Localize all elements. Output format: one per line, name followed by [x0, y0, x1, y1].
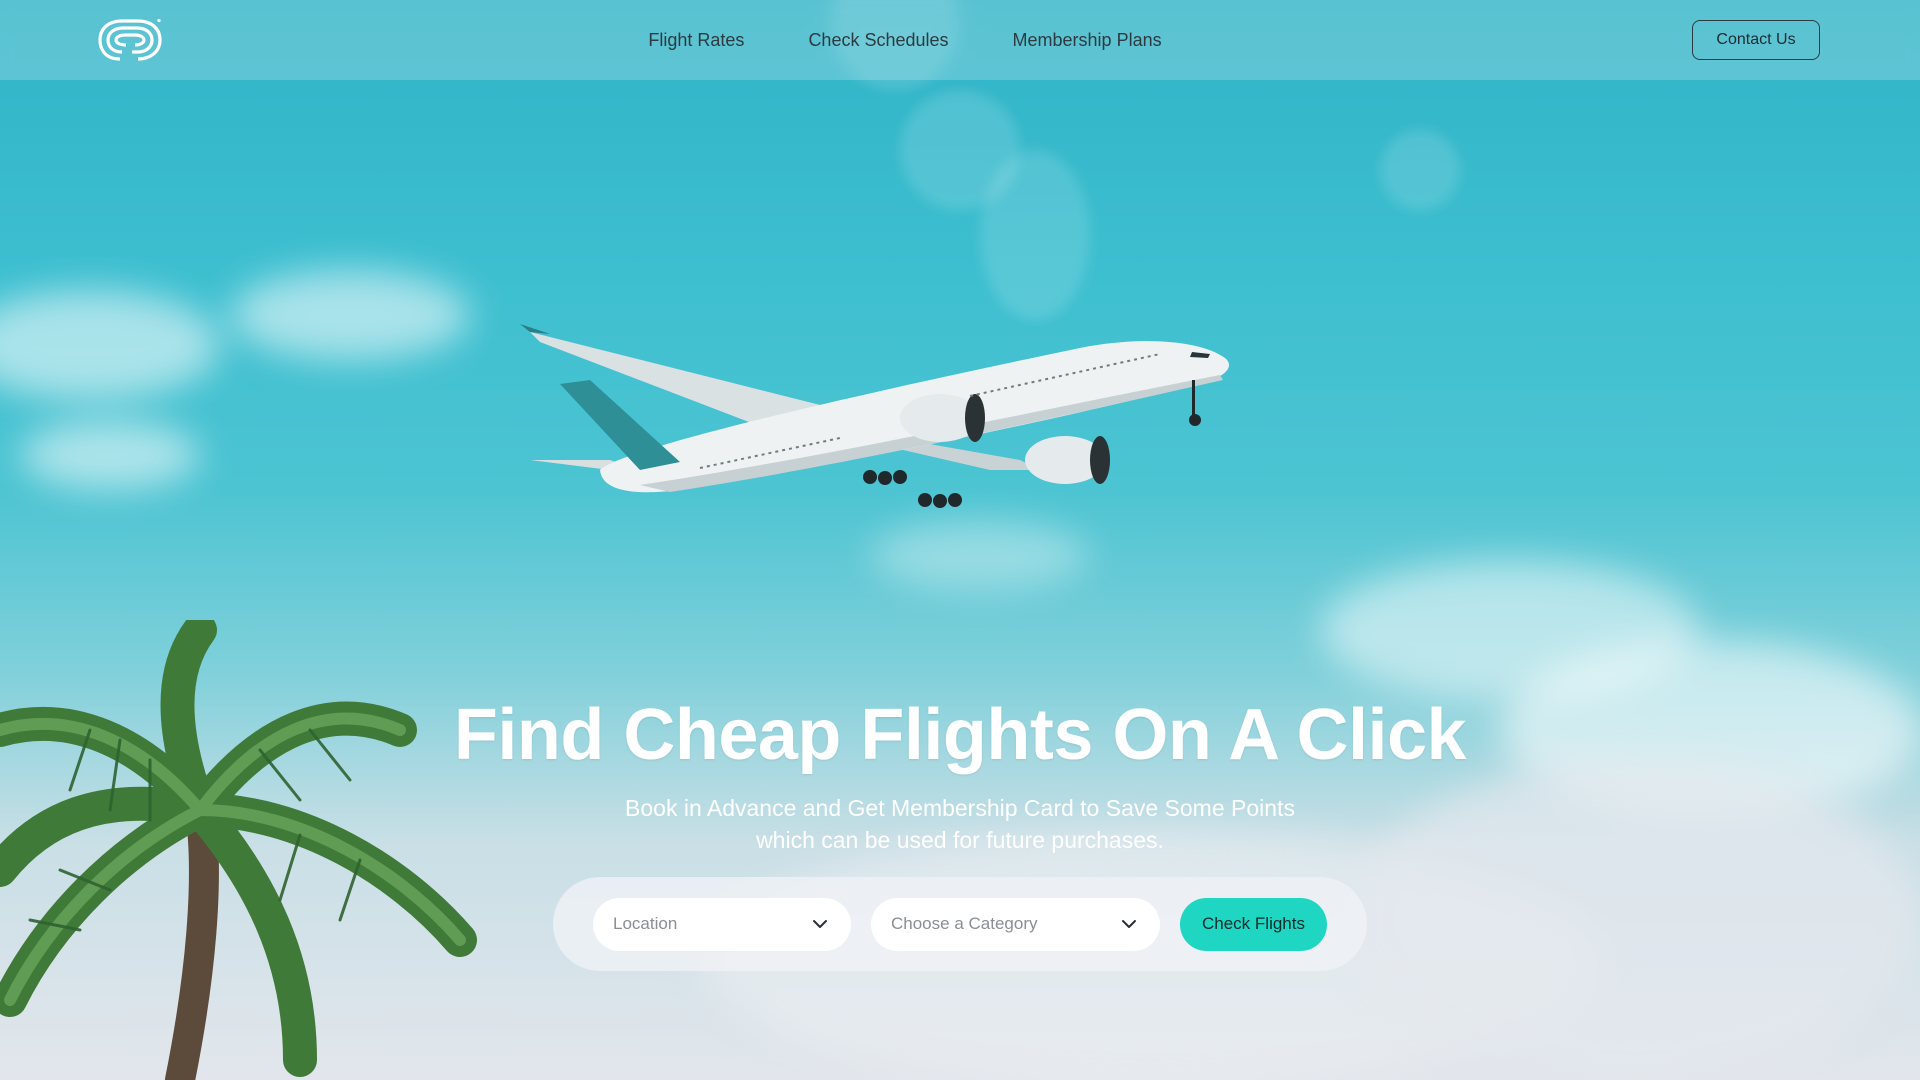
hero-subtitle-line-1: Book in Advance and Get Membership Card …: [625, 795, 1295, 821]
nav-link-check-schedules[interactable]: Check Schedules: [808, 30, 948, 51]
contact-us-button[interactable]: Contact Us: [1692, 20, 1820, 60]
check-flights-button[interactable]: Check Flights: [1180, 897, 1327, 951]
top-navigation: Flight Rates Check Schedules Membership …: [0, 0, 1920, 80]
main-nav: Flight Rates Check Schedules Membership …: [0, 0, 1920, 80]
category-select[interactable]: Choose a Category: [871, 897, 1160, 951]
cloud: [0, 290, 220, 400]
airplane-image: [520, 324, 1230, 508]
hero-title: Find Cheap Flights On A Click: [453, 695, 1467, 775]
hero-subtitle-line-2: which can be used for future purchases.: [756, 827, 1164, 853]
cloud: [230, 270, 470, 360]
category-select-placeholder: Choose a Category: [891, 914, 1038, 933]
light-flare: [1380, 130, 1460, 210]
nav-link-membership-plans[interactable]: Membership Plans: [1013, 30, 1162, 51]
location-select[interactable]: Location: [593, 897, 851, 951]
flight-search-bar: Location Choose a Category Check Flights: [553, 877, 1367, 971]
cloud: [870, 520, 1090, 590]
hero-subtitle: Book in Advance and Get Membership Card …: [0, 792, 1920, 856]
chevron-down-icon: [813, 920, 827, 928]
nav-link-flight-rates[interactable]: Flight Rates: [648, 30, 744, 51]
cloud: [20, 420, 200, 490]
hero-section: Flight Rates Check Schedules Membership …: [0, 0, 1920, 1080]
location-select-placeholder: Location: [613, 914, 678, 933]
chevron-down-icon: [1122, 920, 1136, 928]
light-flare: [980, 150, 1090, 320]
